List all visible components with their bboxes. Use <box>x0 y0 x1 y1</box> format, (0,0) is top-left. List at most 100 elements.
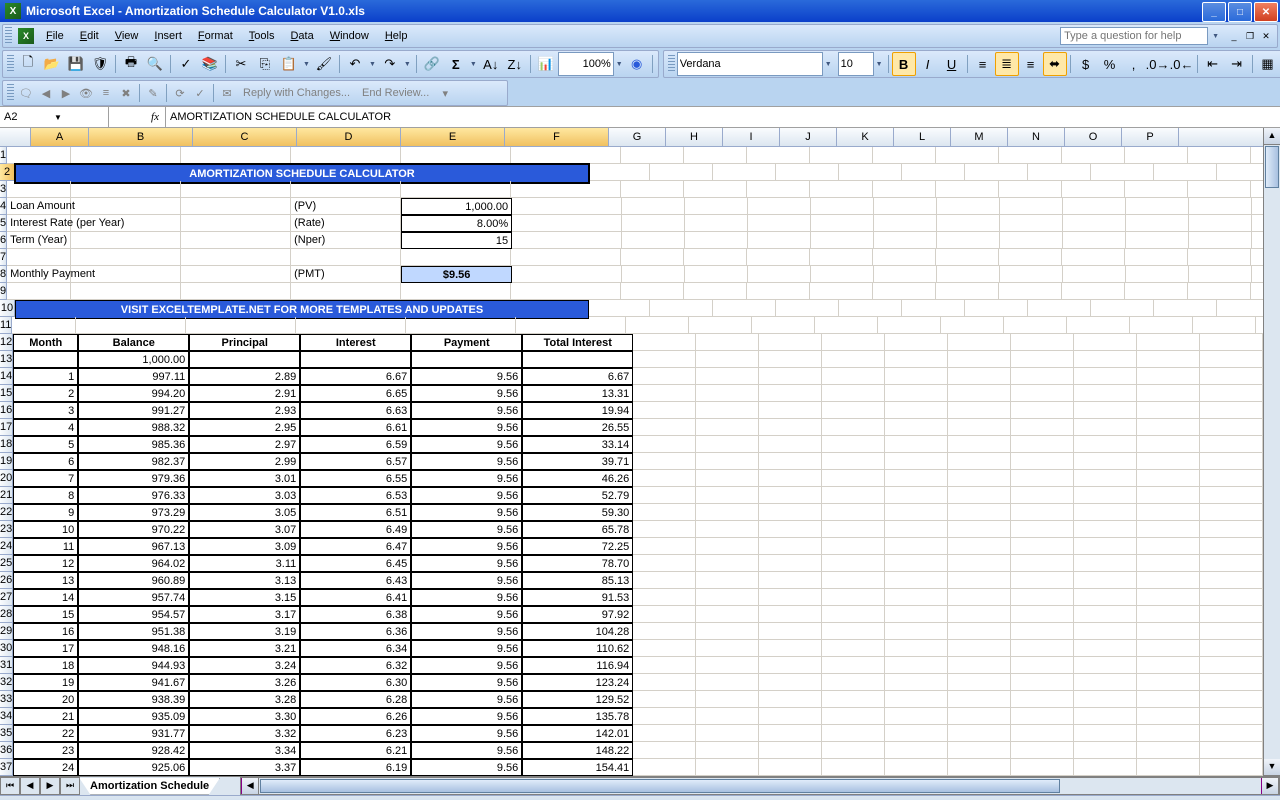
scroll-up-icon[interactable]: ▲ <box>1264 128 1280 145</box>
row-header[interactable]: 26 <box>0 572 13 589</box>
data-cell[interactable]: 6.63 <box>300 402 411 419</box>
row-header[interactable]: 24 <box>0 538 13 555</box>
cut-button[interactable]: ✂ <box>229 52 253 76</box>
row-header[interactable]: 4 <box>0 198 7 215</box>
copy-button[interactable]: ⎘ <box>253 52 277 76</box>
scroll-left-icon[interactable]: ◀ <box>241 778 259 794</box>
data-cell[interactable]: 5 <box>13 436 78 453</box>
data-cell[interactable]: 14 <box>13 589 78 606</box>
tab-first-button[interactable]: ⏮ <box>0 777 20 795</box>
scroll-thumb[interactable] <box>1265 146 1279 188</box>
font-size-dropdown-icon[interactable]: ▼ <box>874 61 885 68</box>
data-cell[interactable]: 154.41 <box>522 759 633 776</box>
data-cell[interactable]: 135.78 <box>522 708 633 725</box>
data-cell[interactable]: 9.56 <box>411 487 522 504</box>
data-cell[interactable]: 2 <box>13 385 78 402</box>
row-header[interactable]: 2 <box>0 164 15 181</box>
data-cell[interactable]: 6.36 <box>300 623 411 640</box>
menu-data[interactable]: Data <box>282 27 321 45</box>
menu-edit[interactable]: Edit <box>72 27 107 45</box>
autosum-button[interactable]: Σ <box>444 52 468 76</box>
data-cell[interactable]: 3.05 <box>189 504 300 521</box>
data-cell[interactable]: 6.28 <box>300 691 411 708</box>
data-cell[interactable]: 24 <box>13 759 78 776</box>
row-header[interactable]: 13 <box>0 351 13 368</box>
data-cell[interactable]: 9.56 <box>411 725 522 742</box>
data-cell[interactable]: 979.36 <box>78 470 189 487</box>
col-header-O[interactable]: O <box>1065 128 1122 146</box>
menu-format[interactable]: Format <box>190 27 241 45</box>
col-header-L[interactable]: L <box>894 128 951 146</box>
show-ink-button[interactable]: ✎ <box>143 83 163 103</box>
row-header[interactable]: 22 <box>0 504 13 521</box>
data-cell[interactable]: 3 <box>13 402 78 419</box>
comma-button[interactable]: , <box>1122 52 1146 76</box>
data-cell[interactable]: 2.99 <box>189 453 300 470</box>
scroll-right-icon[interactable]: ▶ <box>1261 778 1279 794</box>
doc-logo-icon[interactable]: X <box>18 28 34 44</box>
zoom-dropdown-icon[interactable]: ▼ <box>614 61 625 68</box>
data-cell[interactable]: 6.47 <box>300 538 411 555</box>
font-name-dropdown-icon[interactable]: ▼ <box>823 61 834 68</box>
sort-asc-button[interactable]: A↓ <box>479 52 503 76</box>
data-cell[interactable]: 52.79 <box>522 487 633 504</box>
data-cell[interactable]: 9.56 <box>411 402 522 419</box>
autosum-dropdown-icon[interactable]: ▼ <box>468 61 479 68</box>
row-header[interactable]: 11 <box>0 317 12 334</box>
data-cell[interactable]: 925.06 <box>78 759 189 776</box>
data-cell[interactable]: 6.34 <box>300 640 411 657</box>
data-cell[interactable]: 19.94 <box>522 402 633 419</box>
data-cell[interactable]: 13 <box>13 572 78 589</box>
row-header[interactable]: 8 <box>0 266 7 283</box>
menu-help[interactable]: Help <box>377 27 416 45</box>
close-button[interactable]: ✕ <box>1254 2 1278 22</box>
data-cell[interactable]: 78.70 <box>522 555 633 572</box>
col-header-P[interactable]: P <box>1122 128 1179 146</box>
data-cell[interactable]: 2.97 <box>189 436 300 453</box>
data-cell[interactable]: 9.56 <box>411 674 522 691</box>
data-cell[interactable]: 951.38 <box>78 623 189 640</box>
data-cell[interactable]: 9.56 <box>411 589 522 606</box>
open-button[interactable]: 📂 <box>40 52 64 76</box>
maximize-button[interactable]: □ <box>1228 2 1252 22</box>
data-cell[interactable]: 9.56 <box>411 521 522 538</box>
decrease-indent-button[interactable]: ⇤ <box>1201 52 1225 76</box>
sort-desc-button[interactable]: Z↓ <box>503 52 527 76</box>
row-header[interactable]: 3 <box>0 181 7 198</box>
menu-view[interactable]: View <box>107 27 147 45</box>
data-cell[interactable]: 11 <box>13 538 78 555</box>
row-header[interactable]: 19 <box>0 453 13 470</box>
data-cell[interactable]: 20 <box>13 691 78 708</box>
namebox-dropdown-icon[interactable]: ▼ <box>54 113 104 122</box>
data-cell[interactable]: 142.01 <box>522 725 633 742</box>
show-all-button[interactable]: ≡ <box>96 83 116 103</box>
data-cell[interactable]: 982.37 <box>78 453 189 470</box>
align-right-button[interactable]: ≡ <box>1019 52 1043 76</box>
data-cell[interactable]: 954.57 <box>78 606 189 623</box>
data-cell[interactable]: 967.13 <box>78 538 189 555</box>
data-cell[interactable]: 59.30 <box>522 504 633 521</box>
data-cell[interactable]: 6.61 <box>300 419 411 436</box>
col-header-A[interactable]: A <box>31 128 89 146</box>
row-header[interactable]: 5 <box>0 215 7 232</box>
data-cell[interactable]: 3.13 <box>189 572 300 589</box>
data-cell[interactable]: 9.56 <box>411 504 522 521</box>
toolbar-handle-icon[interactable] <box>7 55 14 73</box>
data-cell[interactable]: 6.59 <box>300 436 411 453</box>
research-button[interactable]: 📚 <box>198 52 222 76</box>
data-cell[interactable]: 7 <box>13 470 78 487</box>
data-cell[interactable]: 6.45 <box>300 555 411 572</box>
save-button[interactable]: 💾 <box>64 52 88 76</box>
row-header[interactable]: 1 <box>0 147 7 164</box>
data-cell[interactable]: 6.21 <box>300 742 411 759</box>
col-header-K[interactable]: K <box>837 128 894 146</box>
data-cell[interactable]: 9.56 <box>411 708 522 725</box>
data-cell[interactable]: 6.23 <box>300 725 411 742</box>
toolbar-options-icon[interactable]: ▾ <box>435 83 455 103</box>
data-cell[interactable]: 997.11 <box>78 368 189 385</box>
data-cell[interactable]: 110.62 <box>522 640 633 657</box>
row-header[interactable]: 9 <box>0 283 7 300</box>
paste-dropdown-icon[interactable]: ▼ <box>301 61 312 68</box>
tab-last-button[interactable]: ⏭ <box>60 777 80 795</box>
prev-comment-button[interactable]: ◀ <box>36 83 56 103</box>
